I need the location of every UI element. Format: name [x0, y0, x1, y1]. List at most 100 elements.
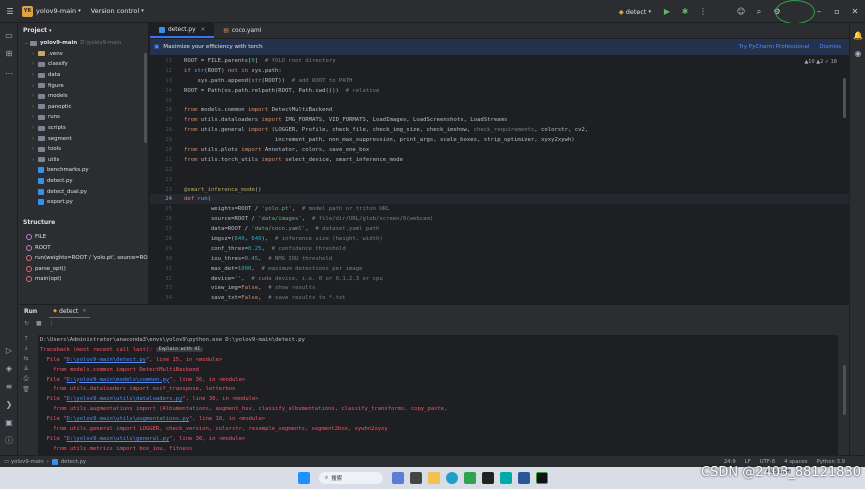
notifications-icon[interactable]: 🔔 [852, 29, 864, 41]
problems-icon[interactable]: ⓘ [3, 434, 15, 446]
code-line[interactable]: 25 weights=ROOT / 'yolo.pt', # model pat… [150, 204, 849, 214]
taskbar-app-icon[interactable] [464, 472, 476, 484]
code-line[interactable]: 30 iou_thres=0.45, # NMS IOU threshold [150, 254, 849, 264]
project-panel-header[interactable]: Project ▾ [18, 23, 148, 38]
layers-icon[interactable]: ≡ [3, 380, 15, 392]
tree-file[interactable]: benchmarks.py [18, 165, 148, 176]
maximize-icon[interactable]: ▫ [831, 6, 843, 18]
tab-coco-yaml[interactable]: ▤ coco.yaml [214, 23, 270, 38]
stop-icon[interactable]: ■ [36, 320, 42, 327]
code-line[interactable]: 28 imgsz=(640, 640), # inference size (h… [150, 234, 849, 244]
structure-item[interactable]: parse_opt() [18, 264, 149, 275]
project-selector[interactable]: YR yolov9-main ▾ [22, 5, 81, 17]
account-icon[interactable]: ☺ [735, 6, 747, 18]
ai-assistant-icon[interactable]: ◉ [852, 47, 864, 59]
code-line[interactable]: 15 [150, 96, 849, 106]
tree-folder[interactable]: › models [18, 91, 148, 102]
tree-file[interactable]: detect_dual.py [18, 186, 148, 197]
code-line[interactable]: 24 def run( [150, 194, 849, 205]
tree-folder[interactable]: › panoptic [18, 102, 148, 113]
taskbar-search[interactable]: ⌕ 搜索 [319, 472, 383, 484]
code-line[interactable]: 23 [150, 175, 849, 185]
editor-scrollbar[interactable] [843, 78, 846, 118]
word-icon[interactable] [518, 472, 530, 484]
try-professional-link[interactable]: Try PyCharm Professional [739, 44, 810, 50]
code-line[interactable]: 32 device='', # cuda device, i.e. 0 or 0… [150, 274, 849, 284]
tree-folder[interactable]: › tools [18, 144, 148, 155]
inspection-widget[interactable]: ▲10 ▲2 ✓ 18 [804, 59, 837, 65]
taskbar-app-icon[interactable] [392, 472, 404, 484]
code-line[interactable]: 27 data=ROOT / 'data/coco.yaml', # datas… [150, 224, 849, 234]
edge-browser-icon[interactable] [446, 472, 458, 484]
tree-folder[interactable]: › scripts [18, 123, 148, 134]
code-line[interactable]: 14 ROOT = Path(os.path.relpath(ROOT, Path… [150, 86, 849, 96]
tree-file[interactable]: export.py [18, 197, 148, 208]
close-icon[interactable]: ✕ [201, 27, 206, 33]
hamburger-menu-icon[interactable]: ☰ [4, 5, 16, 17]
trash-icon[interactable]: 🗑 [22, 386, 30, 393]
run-config-selector[interactable]: ◆ detect ▾ [619, 8, 651, 16]
explain-with-ai-button[interactable]: Explain with AI [155, 347, 204, 353]
file-encoding[interactable]: UTF-8 [760, 459, 775, 465]
tree-folder[interactable]: › runs [18, 112, 148, 123]
run-tab-detect[interactable]: ◆ detect ✕ [49, 305, 91, 318]
code-line[interactable]: 22 [150, 165, 849, 175]
tree-folder[interactable]: › utils [18, 155, 148, 166]
cursor-position[interactable]: 24:9 [724, 459, 736, 465]
more-tools-icon[interactable]: … [3, 65, 15, 77]
python-packages-icon[interactable]: ◈ [3, 362, 15, 374]
more-icon[interactable]: ⋮ [697, 6, 709, 18]
tree-file[interactable]: detect.py [18, 176, 148, 187]
file-explorer-icon[interactable] [428, 472, 440, 484]
console-output[interactable]: D:\Users\Administrator\anaconda3\envs\yo… [38, 335, 838, 455]
terminal-icon[interactable]: ▣ [3, 416, 15, 428]
code-line[interactable]: 33 view_img=False, # show results [150, 283, 849, 293]
run-tool-icon[interactable]: ▷ [3, 344, 15, 356]
tree-folder[interactable]: › data [18, 70, 148, 81]
code-line[interactable]: 21 from utils.torch_utils import select_d… [150, 155, 849, 165]
code-line[interactable]: 17 from utils.dataloaders import IMG_FORM… [150, 115, 849, 125]
close-icon[interactable]: ✕ [82, 308, 86, 314]
structure-item[interactable]: run(weights=ROOT / 'yolo.pt', source=RO [18, 253, 149, 264]
code-line[interactable]: 26 source=ROOT / 'data/images', # file/d… [150, 214, 849, 224]
code-line[interactable]: 19 increment_path, non_max_suppression, … [150, 135, 849, 145]
windows-start-icon[interactable] [298, 472, 310, 484]
python-console-icon[interactable]: ❯ [3, 398, 15, 410]
scroll-to-end-icon[interactable]: ⇊ [23, 365, 28, 372]
tree-root[interactable]: ⌄ yolov9-main D:\yolov9-main [18, 38, 148, 49]
tree-folder[interactable]: › .venv [18, 49, 148, 60]
code-area[interactable]: 11 ROOT = FILE.parents[0] # YOLO root dir… [150, 56, 849, 305]
debug-icon[interactable]: ✱ [679, 6, 691, 18]
print-icon[interactable]: ⎙ [24, 375, 29, 383]
code-line[interactable]: 11 ROOT = FILE.parents[0] # YOLO root dir… [150, 56, 849, 66]
console-scrollbar[interactable] [843, 365, 846, 415]
code-line[interactable]: 20 from utils.plots import Annotator, col… [150, 145, 849, 155]
tree-folder[interactable]: › classify [18, 59, 148, 70]
python-interpreter[interactable]: Python 3.9 [817, 459, 845, 465]
structure-icon[interactable]: ⊞ [3, 47, 15, 59]
arrow-down-icon[interactable]: ↓ [23, 345, 28, 352]
breadcrumb-file[interactable]: detect.py [61, 459, 86, 465]
vcs-selector[interactable]: Version control ▾ [91, 7, 144, 15]
tree-folder[interactable]: › figure [18, 80, 148, 91]
code-line[interactable]: 34 save_txt=False, # save results to *.t… [150, 293, 849, 303]
code-line[interactable]: 31 max_det=1000, # maximum detections pe… [150, 264, 849, 274]
tree-folder[interactable]: › segment [18, 133, 148, 144]
code-line[interactable]: 16 from models.common import DetectMultiB… [150, 105, 849, 115]
code-line[interactable]: 13 sys.path.append(str(ROOT)) # add ROOT… [150, 76, 849, 86]
taskbar-app-icon[interactable] [500, 472, 512, 484]
line-separator[interactable]: LF [745, 459, 751, 465]
code-line[interactable]: 18 from utils.general import (LOGGER, Pro… [150, 125, 849, 135]
search-icon[interactable]: ⌕ [753, 6, 765, 18]
soft-wrap-icon[interactable]: ⇆ [23, 355, 28, 362]
code-line[interactable]: 23 @smart_inference_mode() [150, 185, 849, 195]
code-line[interactable]: 12 if str(ROOT) not in sys.path: [150, 66, 849, 76]
breadcrumb-project[interactable]: yolov9-main [11, 459, 44, 465]
folder-icon[interactable]: ▭ [3, 29, 15, 41]
indent-setting[interactable]: 4 spaces [784, 459, 807, 465]
run-icon[interactable]: ▶ [661, 6, 673, 18]
structure-item[interactable]: FILE [18, 232, 149, 243]
rerun-icon[interactable]: ↻ [24, 320, 29, 327]
dismiss-link[interactable]: Dismiss [819, 44, 841, 50]
project-scrollbar[interactable] [144, 53, 147, 143]
